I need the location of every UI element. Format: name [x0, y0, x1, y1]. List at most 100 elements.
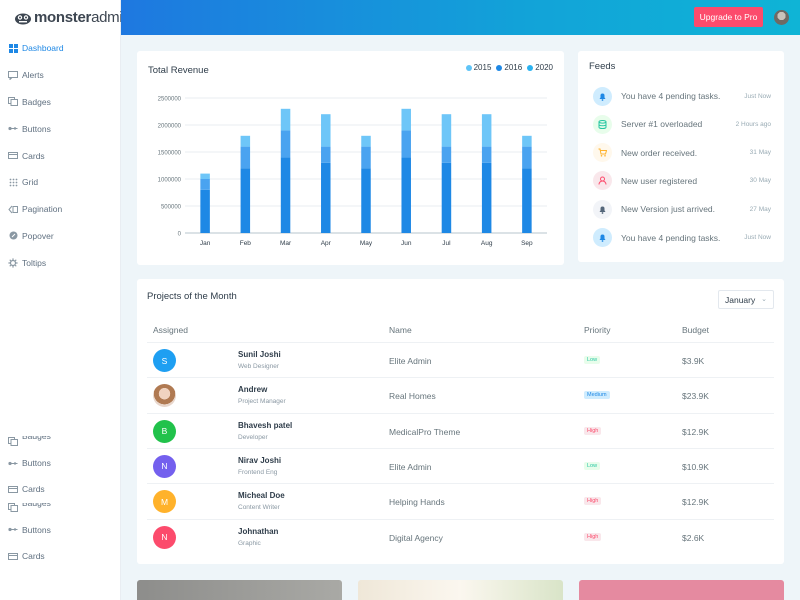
blog-thumbnail-1[interactable] — [137, 580, 342, 600]
x-tick-label: Jun — [401, 240, 412, 247]
blog-thumbnail-2[interactable] — [358, 580, 563, 600]
project-name: MedicalPro Theme — [389, 426, 461, 437]
col-name[interactable]: Name — [389, 325, 412, 335]
bar-2020-may — [361, 135, 371, 147]
bell-icon — [593, 199, 612, 219]
priority-badge: Medium — [584, 391, 610, 400]
feed-item[interactable]: New order received. 31 May — [593, 143, 771, 163]
bar-2015-jun — [401, 157, 411, 233]
feed-item[interactable]: New Version just arrived. 27 May — [593, 199, 771, 219]
col-budget[interactable]: Budget — [682, 325, 709, 335]
topbar: Upgrade to Pro — [121, 0, 800, 35]
table-row[interactable]: B Bhavesh patel Developer MedicalPro Theme H… — [147, 412, 774, 448]
sidebar-item-label: Badges — [22, 502, 51, 508]
sidebar-item-cards[interactable]: Cards — [0, 476, 121, 502]
upgrade-button[interactable]: Upgrade to Pro — [694, 7, 763, 27]
budget-value: $12.9K — [682, 497, 709, 508]
bar-2015-sep — [522, 168, 532, 233]
budget-value: $23.9K — [682, 391, 709, 402]
priority-badge: Low — [584, 356, 601, 364]
blog-thumbnail-3[interactable] — [579, 580, 784, 600]
avatar: N — [153, 525, 176, 549]
bar-2016-sep — [522, 146, 532, 169]
sidebar-item-badges[interactable]: Badges — [0, 89, 120, 116]
table-row[interactable]: M Micheal Doe Content Writer Helping Hands H… — [147, 483, 774, 518]
priority-badge: High — [584, 532, 602, 541]
revenue-card: Total Revenue 2015 2016 2020 0 500000 100000… — [137, 51, 564, 265]
project-name: Real Homes — [389, 391, 436, 402]
bar-2020-mar — [280, 108, 291, 131]
sidebar-item-popover[interactable]: Popover — [0, 223, 120, 250]
bar-2015-aug — [481, 162, 492, 233]
card-icon — [8, 484, 18, 494]
sidebar-item-cards[interactable]: Cards — [0, 543, 121, 569]
table-row[interactable]: Andrew Project Manager Real Homes Medium $23… — [147, 377, 774, 412]
avatar: B — [153, 419, 176, 443]
sidebar-item-alerts[interactable]: Alerts — [0, 62, 120, 89]
bar-2020-jul — [441, 114, 452, 147]
month-select[interactable]: January ⌄ — [718, 290, 774, 309]
feed-text: New user registered — [621, 175, 698, 186]
brand-logo[interactable]: monsteradmin — [0, 0, 131, 35]
col-assigned[interactable]: Assigned — [153, 325, 188, 335]
bar-2016-feb — [240, 146, 251, 169]
assignee-name: Johnathan — [238, 526, 279, 536]
bar-2020-apr — [321, 114, 331, 147]
bar-2016-aug — [481, 146, 492, 163]
feed-text: New Version just arrived. — [621, 204, 716, 215]
feed-item[interactable]: You have 4 pending tasks. Just Now — [593, 228, 771, 248]
table-row[interactable]: N Johnathan Graphic Digital Agency High $2.6K — [147, 518, 774, 554]
budget-value: $10.9K — [682, 461, 709, 472]
sidebar: monsteradmin Dashboard Alerts Badges Button… — [0, 0, 131, 600]
card-icon — [8, 151, 18, 161]
project-name: Helping Hands — [389, 497, 445, 508]
feed-text: New order received. — [621, 147, 698, 158]
card-icon — [8, 551, 18, 561]
avatar: M — [153, 490, 176, 514]
sidebar-item-label: Alerts — [22, 70, 44, 81]
database-icon — [593, 114, 612, 134]
projects-title: Projects of the Month — [147, 291, 237, 302]
bar-2015-jan — [200, 189, 210, 233]
sidebar-item-badges[interactable]: Badges — [0, 503, 121, 517]
disc-icon — [8, 231, 18, 241]
sidebar-item-buttons[interactable]: Buttons — [0, 450, 121, 476]
bar-2016-apr — [321, 146, 331, 163]
copy-icon — [8, 436, 18, 446]
priority-badge: Low — [584, 461, 601, 470]
feed-item[interactable]: You have 4 pending tasks. Just Now — [593, 86, 771, 106]
x-tick-label: Jan — [200, 240, 211, 247]
feed-time: Just Now — [744, 92, 771, 100]
sidebar-item-grid[interactable]: Grid — [0, 169, 120, 196]
col-priority[interactable]: Priority — [584, 325, 610, 335]
feeds-card: Feeds You have 4 pending tasks. Just Now S… — [578, 51, 784, 262]
feed-text: You have 4 pending tasks. — [621, 91, 721, 101]
table-row[interactable]: N Nirav Joshi Frontend Eng Elite Admin Low $1… — [147, 447, 774, 483]
cart-icon — [593, 143, 612, 163]
bar-2015-feb — [240, 168, 251, 233]
sidebar-item-toltips[interactable]: Toltips — [0, 249, 120, 276]
user-avatar[interactable] — [774, 10, 789, 25]
assignee-name: Nirav Joshi — [238, 455, 282, 465]
revenue-chart: 0 500000 1000000 1500000 2000000 2500000 Jan Fe… — [158, 97, 547, 247]
sidebar-item-label: Dashboard — [22, 43, 64, 54]
budget-value: $2.6K — [682, 532, 705, 543]
pagination-icon — [8, 204, 18, 214]
x-tick-label: Apr — [321, 240, 332, 247]
sidebar-item-cards[interactable]: Cards — [0, 142, 120, 169]
y-tick-label: 2500000 — [158, 97, 182, 103]
table-row[interactable]: S Sunil Joshi Web Designer Elite Admin Low $3… — [147, 342, 774, 377]
bell-icon — [593, 86, 612, 106]
user-icon — [593, 171, 612, 191]
sidebar-item-label: Buttons — [22, 458, 51, 469]
y-tick-label: 500000 — [161, 205, 182, 211]
feed-item[interactable]: New user registered 30 May — [593, 171, 771, 191]
feed-item[interactable]: Server #1 overloaded 2 Hours ago — [593, 114, 771, 134]
sidebar-item-dashboard[interactable]: Dashboard — [0, 35, 120, 62]
sidebar-item-label: Pagination — [22, 204, 63, 215]
sidebar-item-badges[interactable]: Badges — [0, 436, 121, 450]
sidebar-item-pagination[interactable]: Pagination — [0, 196, 120, 223]
sidebar-item-buttons[interactable]: Buttons — [0, 115, 120, 142]
sidebar-item-buttons[interactable]: Buttons — [0, 517, 121, 543]
sidebar-menu-repeat: Badges Buttons Cards Badges Buttons Cards — [0, 436, 121, 569]
